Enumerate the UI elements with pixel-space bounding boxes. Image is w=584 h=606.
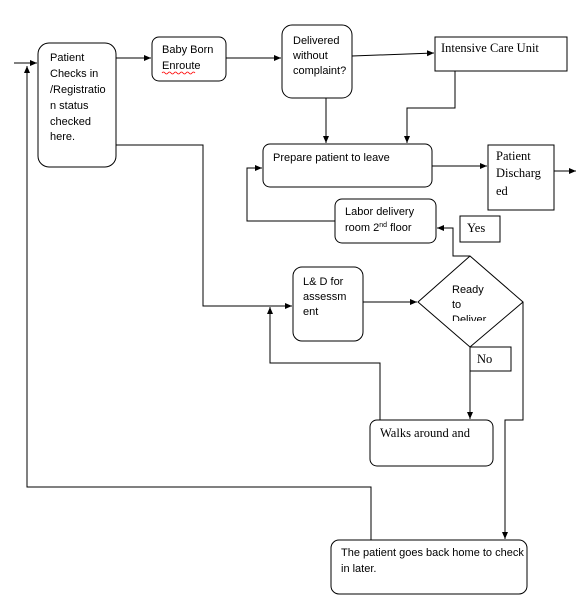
node-text: n status (50, 100, 89, 112)
node-text: Discharg (496, 166, 542, 180)
node-labor-delivery-room: Labor delivery room 2nd floor (334, 198, 437, 244)
node-ld-assessment: L& D for assessm ent (292, 266, 364, 342)
node-text: Ready (452, 284, 484, 296)
node-text: /Registratio (50, 84, 106, 96)
node-text: ed (496, 184, 509, 198)
node-text: here. (50, 131, 75, 143)
icu-to-prepare-arrow (404, 71, 456, 143)
no-label: No (469, 346, 512, 372)
node-text: assessm (303, 291, 346, 303)
node-text: Delivered (293, 35, 339, 47)
node-ready-to-deliver: Ready to Deliver (417, 255, 524, 348)
node-text: in later. (341, 563, 376, 575)
node-text: No (477, 352, 492, 366)
node-text: Walks around and (380, 426, 471, 440)
node-text: The patient goes back home to check (341, 547, 524, 559)
node-intensive-care-unit: Intensive Care Unit (434, 36, 568, 72)
node-text: Labor delivery (345, 206, 415, 218)
node-text: Checks in (50, 68, 98, 80)
node-text: ent (303, 306, 318, 318)
node-text: L& D for (303, 276, 344, 288)
flowchart: Patient Checks in /Registratio n status … (0, 0, 584, 606)
node-text: to (452, 299, 461, 311)
yes-label: Yes (459, 215, 501, 243)
ready-to-home-arrow (502, 302, 524, 539)
node-text: Enroute (162, 60, 201, 72)
node-text: complaint? (293, 65, 346, 77)
node-back-home: The patient goes back home to check in l… (330, 539, 528, 595)
node-text: without (292, 50, 328, 62)
node-walks-around: Walks around and (369, 419, 494, 467)
node-text: Prepare patient to leave (273, 152, 390, 164)
node-patient-checks-in: Patient Checks in /Registratio n status … (37, 42, 117, 168)
node-text: Patient (496, 149, 531, 163)
flowchart-canvas: Patient Checks in /Registratio n status … (14, 24, 576, 595)
node-delivered-without-complaint: Delivered without complaint? (281, 24, 353, 99)
node-text: Baby Born (162, 44, 213, 56)
node-text: room 2nd floor (345, 222, 412, 234)
node-baby-born-enroute: Baby Born Enroute (151, 36, 227, 82)
node-text: Patient (50, 52, 84, 64)
node-text: Intensive Care Unit (441, 41, 539, 55)
node-text: checked (50, 116, 91, 128)
node-prepare-patient: Prepare patient to leave (262, 143, 433, 188)
node-patient-discharged: Patient Discharg ed (487, 144, 555, 211)
delivered-to-icu-arrow (351, 50, 435, 57)
node-text: Yes (467, 221, 485, 235)
